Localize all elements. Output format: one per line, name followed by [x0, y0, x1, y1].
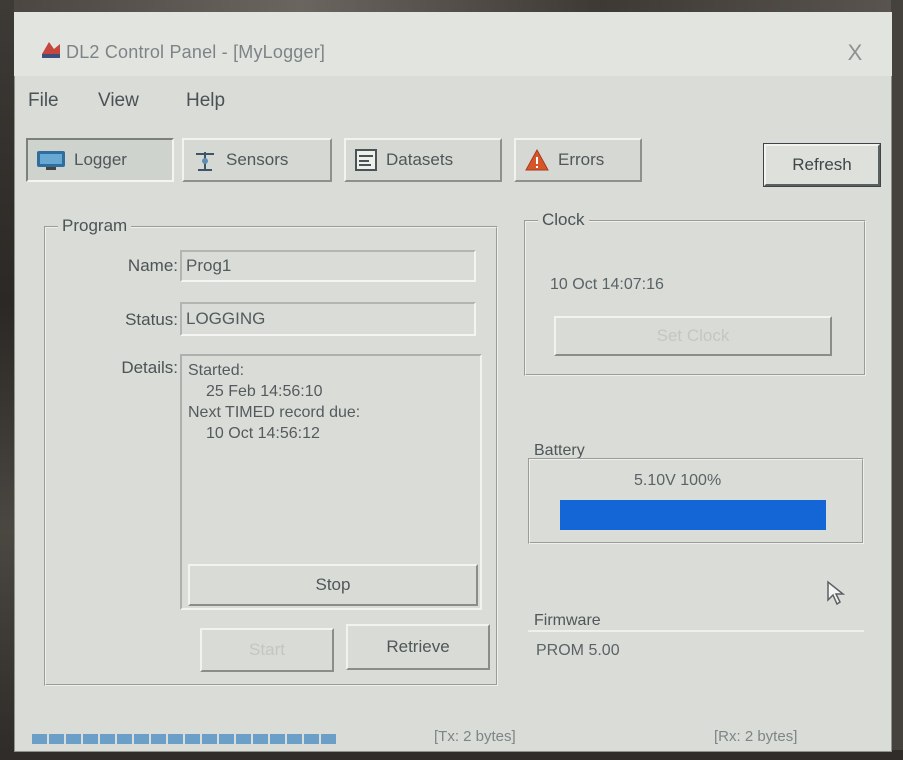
control-panel-window: DL2 Control Panel - [MyLogger] X File Vi…: [14, 12, 892, 752]
tab-logger-label: Logger: [74, 150, 127, 169]
tab-errors[interactable]: Errors: [514, 138, 642, 182]
window-title: DL2 Control Panel - [MyLogger]: [66, 42, 326, 62]
menu-help[interactable]: Help: [186, 90, 225, 112]
progress-segment: [185, 734, 200, 744]
program-name-field: Prog1: [180, 250, 476, 282]
clock-group-label: Clock: [538, 210, 589, 230]
status-bar: [Tx: 2 bytes] [Rx: 2 bytes]: [14, 718, 892, 752]
progress-segment: [236, 734, 251, 744]
progress-segment: [83, 734, 98, 744]
tx-status: [Tx: 2 bytes]: [434, 728, 516, 745]
progress-segment: [168, 734, 183, 744]
stop-button[interactable]: Stop: [188, 564, 478, 606]
clock-value: 10 Oct 14:07:16: [550, 276, 664, 293]
toolbar: Logger Sensors Datasets Errors Refresh: [14, 128, 892, 192]
tab-datasets-label: Datasets: [386, 150, 454, 169]
mouse-cursor-icon: [827, 580, 846, 606]
tab-sensors[interactable]: Sensors: [182, 138, 332, 182]
details-line: 25 Feb 14:56:10: [206, 383, 323, 400]
progress-segment: [321, 734, 336, 744]
sensor-icon: [196, 152, 214, 171]
dataset-icon: [355, 149, 377, 171]
menu-file[interactable]: File: [28, 90, 59, 112]
tab-sensors-label: Sensors: [226, 150, 289, 169]
details-line: 10 Oct 14:56:12: [206, 425, 320, 442]
progress-segment: [134, 734, 149, 744]
progress-segment: [117, 734, 132, 744]
progress-segment: [32, 734, 47, 744]
program-group-label: Program: [58, 216, 132, 236]
photo-border-right: [891, 0, 903, 760]
progress-segment: [100, 734, 115, 744]
warning-icon: [525, 148, 549, 171]
title-bar: DL2 Control Panel - [MyLogger] X: [14, 12, 892, 76]
name-label: Name:: [127, 256, 178, 275]
rx-status: [Rx: 2 bytes]: [714, 728, 798, 745]
progress-segment: [202, 734, 217, 744]
set-clock-button[interactable]: Set Clock: [554, 316, 832, 356]
start-button[interactable]: Start: [200, 628, 334, 672]
battery-level-bar: [560, 500, 826, 530]
retrieve-button[interactable]: Retrieve: [346, 624, 490, 670]
progress-segment: [304, 734, 319, 744]
firmware-value: PROM 5.00: [536, 642, 620, 659]
menu-bar: File View Help: [14, 82, 892, 118]
tab-logger[interactable]: Logger: [26, 138, 174, 182]
progress-segment: [219, 734, 234, 744]
progress-segment: [49, 734, 64, 744]
progress-segment: [270, 734, 285, 744]
monitor-icon: [37, 151, 65, 170]
tab-datasets[interactable]: Datasets: [344, 138, 502, 182]
details-label: Details:: [121, 358, 178, 377]
details-line: Next TIMED record due:: [188, 404, 361, 421]
photo-border-left: [0, 0, 14, 760]
progress-segment: [66, 734, 81, 744]
status-label: Status:: [125, 310, 178, 329]
progress-segment: [151, 734, 166, 744]
progress-segment: [287, 734, 302, 744]
app-logo-icon: [42, 42, 60, 58]
tab-errors-label: Errors: [558, 150, 605, 169]
program-status-field: LOGGING: [180, 302, 476, 336]
firmware-label: Firmware: [534, 612, 601, 629]
transfer-progress: [32, 730, 352, 748]
progress-segment: [253, 734, 268, 744]
refresh-button[interactable]: Refresh: [764, 144, 880, 186]
battery-value: 5.10V 100%: [634, 472, 722, 489]
close-button[interactable]: X: [840, 38, 870, 68]
menu-view[interactable]: View: [98, 90, 139, 112]
details-line: Started:: [188, 362, 245, 379]
